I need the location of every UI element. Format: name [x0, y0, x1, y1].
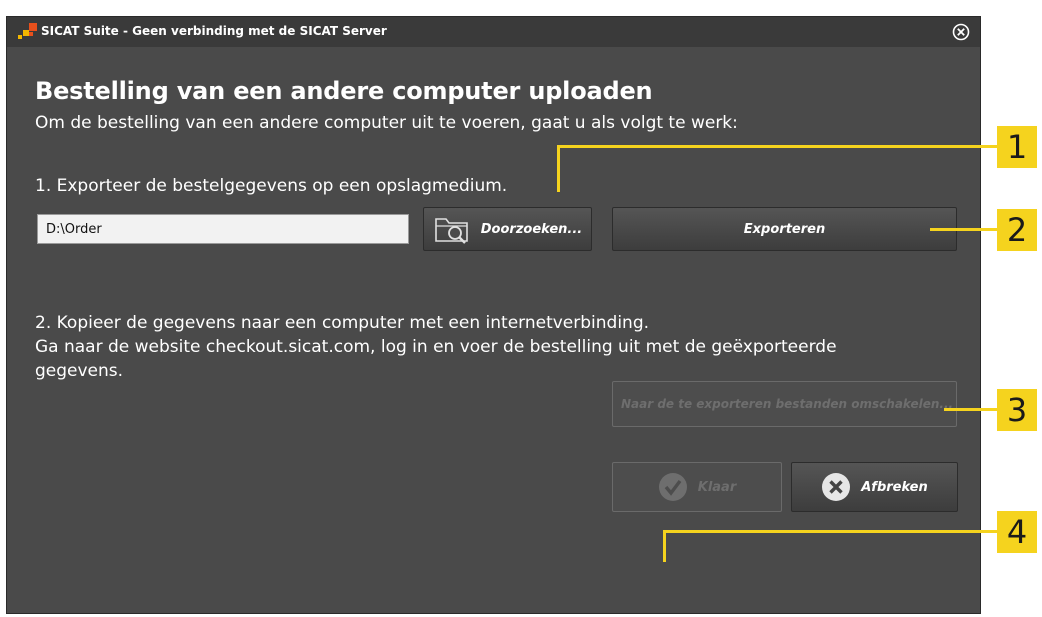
step2-text-line2: Ga naar de website checkout.sicat.com, l… [35, 337, 837, 357]
callout-4-line-vertical [663, 530, 666, 562]
switch-to-files-label: Naar de te exporteren bestanden omschake… [621, 397, 954, 411]
switch-to-files-button[interactable]: Naar de te exporteren bestanden omschake… [612, 381, 957, 427]
step2-text-line1: 2. Kopieer de gegevens naar een computer… [35, 313, 650, 333]
callout-1-line-horizontal [557, 145, 997, 148]
checkmark-icon [658, 472, 688, 502]
dialog-window: SICAT Suite - Geen verbinding met de SIC… [6, 16, 981, 614]
browse-button[interactable]: Doorzoeken... [423, 207, 592, 251]
step1-text: 1. Exporteer de bestelgegevens op een op… [35, 176, 508, 196]
callout-3-badge: 3 [997, 389, 1037, 431]
browse-button-label: Doorzoeken... [480, 221, 583, 237]
export-button[interactable]: Exporteren [612, 207, 957, 251]
callout-4-badge: 4 [997, 511, 1037, 553]
callout-2-line [930, 228, 997, 231]
intro-text: Om de bestelling van een andere computer… [35, 113, 738, 133]
done-button[interactable]: Klaar [612, 462, 782, 512]
callout-2-badge: 2 [997, 209, 1037, 251]
callout-3-line [944, 408, 997, 411]
cancel-button[interactable]: Afbreken [791, 462, 958, 512]
callout-4-line-horizontal [663, 530, 997, 533]
sicat-logo-icon [18, 23, 37, 39]
close-icon[interactable] [952, 23, 970, 41]
dialog-heading: Bestelling van een andere computer uploa… [35, 77, 653, 105]
export-button-label: Exporteren [743, 221, 826, 237]
title-bar: SICAT Suite - Geen verbinding met de SIC… [7, 17, 980, 47]
path-input[interactable] [37, 214, 409, 244]
window-title: SICAT Suite - Geen verbinding met de SIC… [41, 24, 387, 38]
done-button-label: Klaar [697, 479, 737, 495]
callout-1-badge: 1 [997, 126, 1037, 168]
step2-text-line3: gegevens. [35, 361, 124, 381]
cancel-x-icon [821, 472, 851, 502]
callout-1-line-vertical [557, 146, 560, 192]
folder-search-icon [433, 213, 471, 245]
cancel-button-label: Afbreken [861, 479, 928, 495]
